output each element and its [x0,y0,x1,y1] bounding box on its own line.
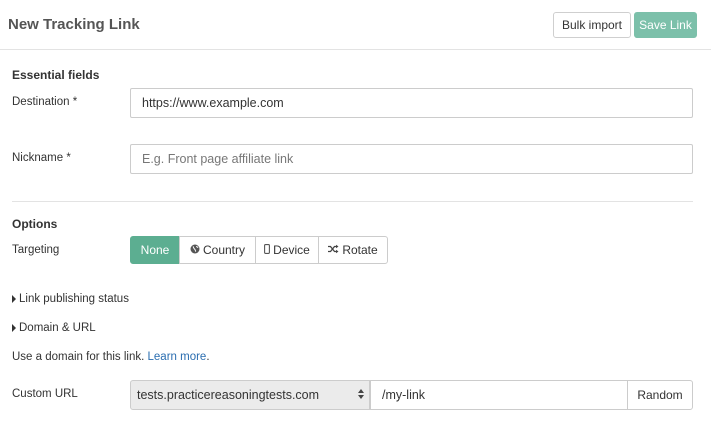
learn-more-link[interactable]: Learn more [148,351,207,363]
random-button[interactable]: Random [627,380,693,410]
bulk-import-button[interactable]: Bulk import [553,12,631,38]
domain-select-value: tests.practicereasoningtests.com [137,388,320,402]
targeting-none-button[interactable]: None [130,236,180,264]
targeting-device-button[interactable]: Device [255,236,319,264]
caret-right-icon [12,295,16,303]
help-period: . [206,351,210,363]
domain-url-label: Domain & URL [19,322,96,334]
targeting-none-label: None [140,243,170,257]
select-arrows-icon [358,389,364,399]
options-heading: Options [12,217,58,231]
custom-path-input[interactable] [370,380,628,410]
targeting-rotate-button[interactable]: Rotate [318,236,388,264]
custom-url-label: Custom URL [12,388,78,400]
targeting-country-label: Country [202,243,246,257]
mobile-icon [264,243,271,257]
page-header: New Tracking Link Bulk import Save Link [0,0,711,50]
domain-select[interactable]: tests.practicereasoningtests.com [130,380,370,410]
shuffle-icon [328,244,339,257]
link-publishing-status-label: Link publishing status [19,293,129,305]
targeting-country-button[interactable]: Country [179,236,256,264]
essential-fields-heading: Essential fields [12,68,100,82]
page-title: New Tracking Link [8,16,140,33]
destination-input[interactable] [130,88,693,118]
link-publishing-status-toggle[interactable]: Link publishing status [12,293,129,305]
targeting-rotate-label: Rotate [342,243,378,257]
section-divider [12,201,693,202]
targeting-device-label: Device [273,243,310,257]
caret-right-icon [12,324,16,332]
nickname-input[interactable] [130,144,693,174]
targeting-segmented-control: None Country Device Rotate [130,236,388,264]
destination-label: Destination * [12,96,78,108]
globe-icon [190,244,200,257]
targeting-label: Targeting [12,244,60,256]
domain-help-text: Use a domain for this link. Learn more. [12,351,210,363]
nickname-label: Nickname * [12,152,71,164]
domain-help-label: Use a domain for this link. [12,351,145,363]
domain-url-toggle[interactable]: Domain & URL [12,322,96,334]
save-link-button[interactable]: Save Link [634,12,697,38]
